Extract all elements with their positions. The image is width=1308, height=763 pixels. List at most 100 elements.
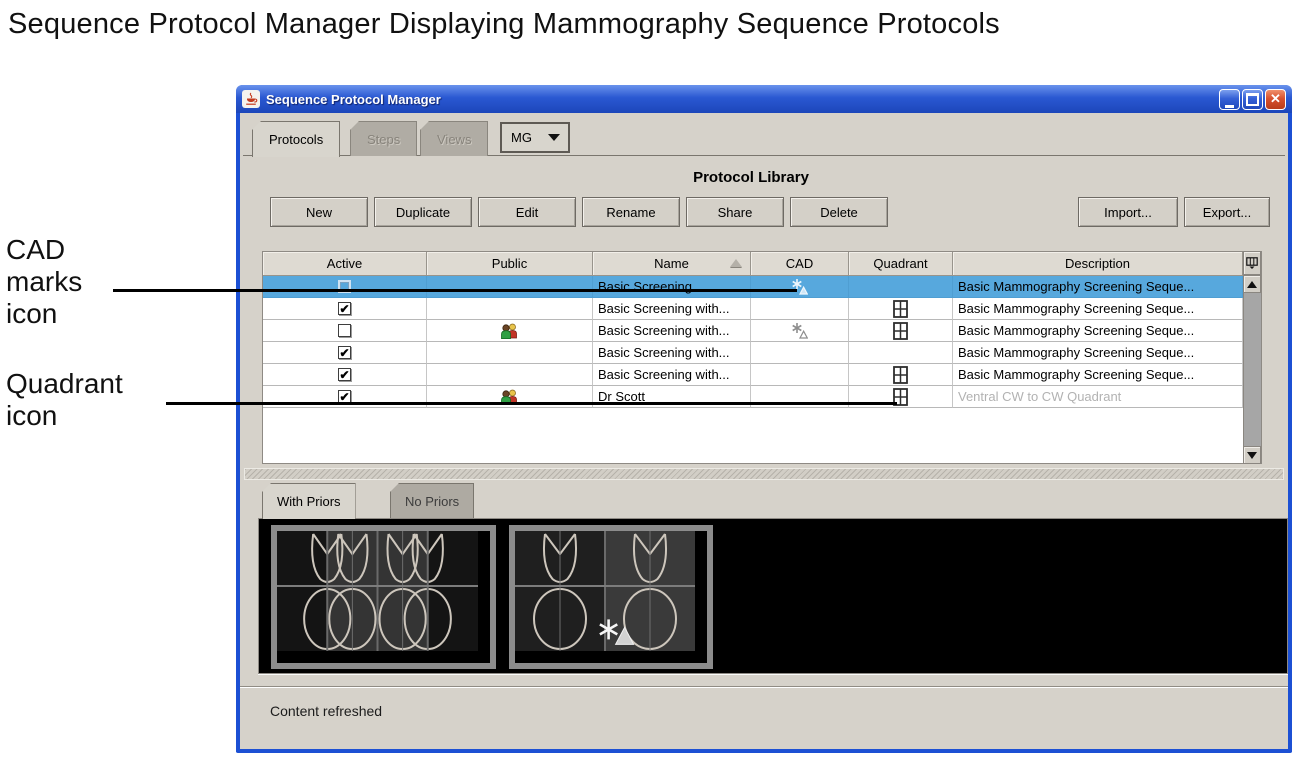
- table-columns-icon: [1246, 257, 1258, 269]
- table-cell: ✔: [263, 342, 427, 364]
- window-titlebar[interactable]: Sequence Protocol Manager ✕: [236, 85, 1292, 113]
- table-row[interactable]: ✔Basic Screening with... Basic Mammograp…: [263, 298, 1261, 320]
- callout-line: icon: [6, 400, 123, 432]
- table-scrollbar: [1243, 251, 1261, 464]
- arrow-up-icon: [1247, 281, 1257, 288]
- protocol-library-title: Protocol Library: [240, 169, 1262, 186]
- edit-button[interactable]: Edit: [478, 197, 576, 227]
- column-header-cad[interactable]: CAD: [751, 252, 849, 276]
- modality-select[interactable]: MG: [500, 122, 570, 153]
- protocol-description: Basic Mammography Screening Seque...: [953, 320, 1243, 342]
- protocol-description: Basic Mammography Screening Seque...: [953, 364, 1243, 386]
- cad-callout-pointer-line: [113, 289, 797, 292]
- table-cell: [427, 320, 593, 342]
- table-cell: ✔: [263, 298, 427, 320]
- export-button[interactable]: Export...: [1184, 197, 1270, 227]
- sequence-step-thumbnail-2[interactable]: [509, 525, 713, 669]
- table-cell: [427, 364, 593, 386]
- public-users-icon: [500, 323, 519, 339]
- quadrant-icon: [893, 366, 908, 384]
- column-header-quadrant[interactable]: Quadrant: [849, 252, 953, 276]
- table-row[interactable]: Basic Screening with... Basic Mammograph…: [263, 320, 1261, 342]
- table-cell: ✔: [263, 364, 427, 386]
- callout-line: icon: [6, 298, 82, 330]
- active-checkbox[interactable]: [338, 324, 351, 337]
- protocol-name: Basic Screening: [593, 276, 751, 298]
- cad-marks-icon: [792, 278, 808, 295]
- active-checkbox[interactable]: ✔: [338, 302, 351, 315]
- window-title: Sequence Protocol Manager: [266, 92, 1217, 107]
- sequence-preview-panel: [258, 518, 1288, 674]
- splitter-handle[interactable]: [244, 468, 1284, 480]
- tab-protocols[interactable]: Protocols: [252, 121, 340, 157]
- table-row[interactable]: ✔ Basic Screening with... Basic Mammograph…: [263, 342, 1261, 364]
- column-header-active[interactable]: Active: [263, 252, 427, 276]
- protocol-name: Basic Screening with...: [593, 364, 751, 386]
- new-button[interactable]: New: [270, 197, 368, 227]
- column-header-description[interactable]: Description: [953, 252, 1243, 276]
- table-rows: Basic Screening Basic Mammography Screen…: [263, 276, 1261, 408]
- status-text: Content refreshed: [270, 703, 382, 719]
- column-label: CAD: [786, 256, 813, 271]
- table-cell: [849, 276, 953, 298]
- protocol-description: Basic Mammography Screening Seque...: [953, 342, 1243, 364]
- table-cell: [751, 342, 849, 364]
- delete-button[interactable]: Delete: [790, 197, 888, 227]
- minimize-button[interactable]: [1219, 89, 1240, 110]
- table-cell: [751, 298, 849, 320]
- table-cell: [263, 320, 427, 342]
- protocol-name: Basic Screening with...: [593, 342, 751, 364]
- sequence-step-thumbnail-1[interactable]: [271, 525, 496, 669]
- maximize-icon: [1246, 93, 1259, 106]
- duplicate-button[interactable]: Duplicate: [374, 197, 472, 227]
- java-app-icon: [242, 90, 260, 108]
- close-icon: ✕: [1270, 91, 1281, 107]
- table-cell: [427, 276, 593, 298]
- minimize-icon: [1225, 105, 1234, 108]
- table-cell: [849, 364, 953, 386]
- sort-ascending-icon: [730, 259, 742, 267]
- column-label: Active: [327, 256, 362, 271]
- protocol-description: Ventral CW to CW Quadrant: [953, 386, 1243, 408]
- column-header-name[interactable]: Name: [593, 252, 751, 276]
- cad-marks-callout: CAD marks icon: [6, 234, 82, 330]
- quadrant-icon: [893, 322, 908, 340]
- maximize-button[interactable]: [1242, 89, 1263, 110]
- table-cell: [751, 276, 849, 298]
- close-button[interactable]: ✕: [1265, 89, 1286, 110]
- cad-marks-icon: [792, 322, 808, 339]
- table-cell: [427, 298, 593, 320]
- column-label: Description: [1065, 256, 1130, 271]
- callout-line: marks: [6, 266, 82, 298]
- table-cell: [751, 364, 849, 386]
- callout-line: CAD: [6, 234, 82, 266]
- table-row[interactable]: ✔ Basic Screening with... Basic Mammograp…: [263, 364, 1261, 386]
- quadrant-icon: [893, 300, 908, 318]
- table-cell: [263, 276, 427, 298]
- tab-no-priors[interactable]: No Priors: [390, 483, 474, 519]
- tab-with-priors[interactable]: With Priors: [262, 483, 356, 519]
- table-cell: [427, 342, 593, 364]
- chevron-down-icon: [548, 134, 560, 141]
- rename-button[interactable]: Rename: [582, 197, 680, 227]
- table-row[interactable]: Basic Screening Basic Mammography Screen…: [263, 276, 1261, 298]
- share-button[interactable]: Share: [686, 197, 784, 227]
- scrollbar-track[interactable]: [1243, 293, 1261, 446]
- protocol-name: Basic Screening with...: [593, 320, 751, 342]
- protocol-table: Active Public Name CAD Quadrant Descript…: [262, 251, 1262, 464]
- protocol-name: Basic Screening with...: [593, 298, 751, 320]
- column-header-public[interactable]: Public: [427, 252, 593, 276]
- column-label: Public: [492, 256, 527, 271]
- column-control-button[interactable]: [1243, 251, 1261, 275]
- import-button[interactable]: Import...: [1078, 197, 1178, 227]
- page: Sequence Protocol Manager Displaying Mam…: [0, 0, 1308, 763]
- modality-value: MG: [511, 130, 548, 145]
- active-checkbox[interactable]: ✔: [338, 346, 351, 359]
- scroll-up-button[interactable]: [1243, 275, 1261, 293]
- status-divider: [240, 686, 1288, 688]
- scroll-down-button[interactable]: [1243, 446, 1261, 464]
- quadrant-callout-pointer-line: [166, 402, 897, 405]
- active-checkbox[interactable]: ✔: [338, 368, 351, 381]
- arrow-down-icon: [1247, 452, 1257, 459]
- table-cell: [849, 342, 953, 364]
